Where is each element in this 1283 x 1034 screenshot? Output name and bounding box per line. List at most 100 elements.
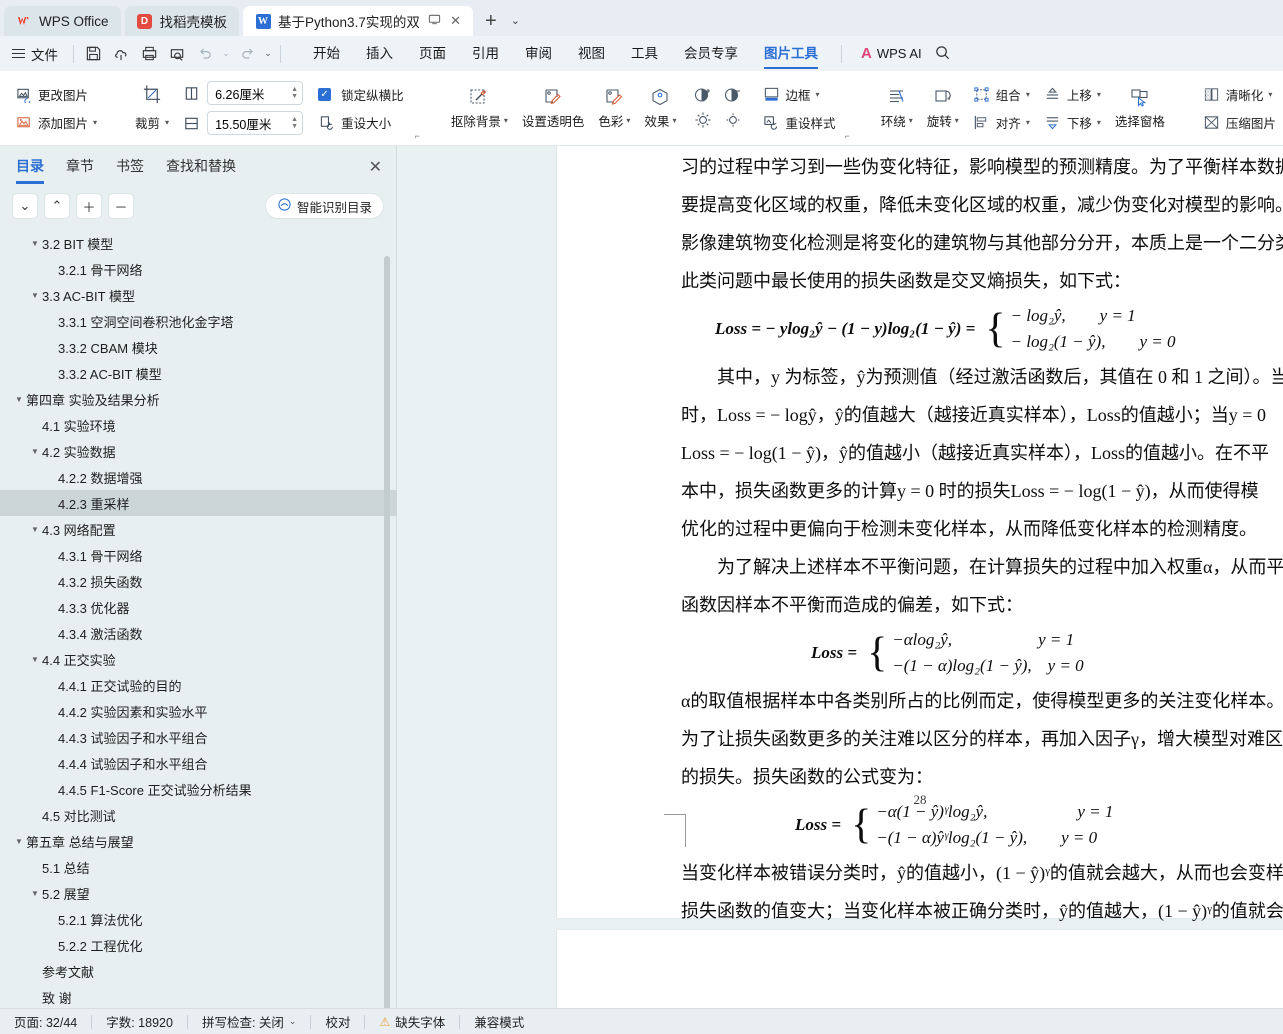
menu-item-review[interactable]: 审阅 (512, 37, 565, 70)
tab-wps-office[interactable]: WPS Office (4, 6, 121, 36)
height-stepper[interactable]: ▲▼ (291, 87, 298, 100)
tab-active-document[interactable]: W 基于Python3.7实现的双时相遥 ✕ (243, 6, 473, 36)
toc-item[interactable]: 4.4.3 试验因子和水平组合 (0, 724, 397, 750)
crop-dropdown-button[interactable]: 裁剪 ▾ (128, 108, 176, 136)
toc-item[interactable]: 3.3.2 CBAM 模块 (0, 334, 397, 360)
chevron-down-icon[interactable]: ▾ (1268, 90, 1272, 99)
menu-item-member[interactable]: 会员专享 (671, 37, 751, 70)
move-up-button[interactable]: 上移 ▾ (1037, 80, 1108, 108)
new-tab-button[interactable]: + (477, 6, 505, 36)
chevron-down-icon[interactable]: ▼ (28, 655, 42, 664)
chevron-down-icon[interactable]: ▾ (504, 116, 508, 125)
nav-tab-find-replace[interactable]: 查找和替换 (166, 156, 236, 179)
toc-item[interactable]: ▼第四章 实验及结果分析 (0, 386, 397, 412)
toc-item[interactable]: ▼4.4 正交实验 (0, 646, 397, 672)
crop-icon-button[interactable] (134, 80, 170, 108)
menu-item-insert[interactable]: 插入 (353, 37, 406, 70)
wps-ai-button[interactable]: A WPS AI (861, 45, 922, 62)
menu-item-start[interactable]: 开始 (300, 37, 353, 70)
chevron-down-icon[interactable]: ▾ (165, 118, 169, 127)
redo-caret-chevron-down-icon[interactable]: ⌄ (261, 41, 275, 67)
sharpen-button[interactable]: 清晰化 ▾ (1196, 80, 1283, 108)
nav-tab-toc[interactable]: 目录 (16, 156, 44, 179)
document-page-next[interactable] (557, 930, 1283, 1008)
toc-item[interactable]: 4.3.1 骨干网络 (0, 542, 397, 568)
tab-docer-template[interactable]: D 找稻壳模板 (125, 6, 240, 36)
menu-item-view[interactable]: 视图 (565, 37, 618, 70)
align-button[interactable]: 对齐 ▾ (966, 108, 1037, 136)
collapse-down-button[interactable]: ⌄ (12, 193, 38, 219)
toc-item[interactable]: 5.2.2 工程优化 (0, 932, 397, 958)
border-button[interactable]: 边框 ▾ (755, 80, 842, 108)
status-word-count[interactable]: 字数: 18920 (92, 1012, 187, 1031)
toc-item[interactable]: 4.4.2 实验因素和实验水平 (0, 698, 397, 724)
menu-item-tools[interactable]: 工具 (618, 37, 671, 70)
toc-list[interactable]: ▼3.2 BIT 模型3.2.1 骨干网络▼3.3 AC-BIT 模型3.3.1… (0, 230, 397, 1008)
status-compat-mode[interactable]: 兼容模式 (460, 1012, 538, 1031)
close-panel-icon[interactable]: ✕ (369, 157, 382, 177)
toc-item[interactable]: 4.2.3 重采样 (0, 490, 397, 516)
menu-item-reference[interactable]: 引用 (459, 37, 512, 70)
status-spellcheck[interactable]: 拼写检查: 关闭 ⌄ (188, 1012, 311, 1031)
search-icon[interactable] (934, 44, 951, 64)
document-page-28[interactable]: 习的过程中学习到一些伪变化特征，影响模型的预测精度。为了平衡样本数据 要提高变化… (557, 146, 1283, 918)
chevron-down-icon[interactable]: ▾ (815, 90, 819, 99)
tab-list-chevron-down-icon[interactable]: ⌄ (505, 6, 526, 36)
collapse-level-button[interactable]: － (108, 193, 134, 219)
width-stepper[interactable]: ▲▼ (291, 117, 298, 130)
group-button[interactable]: 组合 ▾ (966, 80, 1037, 108)
chevron-down-icon[interactable]: ▼ (28, 889, 42, 898)
compress-image-button[interactable]: 压缩图片 (1196, 108, 1283, 136)
print-icon[interactable] (135, 41, 163, 67)
rotate-button[interactable]: 旋转 ▾ (920, 77, 966, 139)
toc-item[interactable]: ▼4.3 网络配置 (0, 516, 397, 542)
chevron-down-icon[interactable]: ▾ (955, 116, 959, 125)
toc-item[interactable]: 4.4.1 正交试验的目的 (0, 672, 397, 698)
toc-item[interactable]: ▼3.2 BIT 模型 (0, 230, 397, 256)
navigation-pane-scrollbar[interactable] (384, 256, 390, 1034)
chevron-down-icon[interactable]: ▾ (626, 116, 630, 125)
toc-item[interactable]: 3.3.2 AC-BIT 模型 (0, 360, 397, 386)
set-transparent-color-button[interactable]: 设置透明色 (515, 77, 592, 139)
change-image-button[interactable]: 更改图片 (8, 80, 104, 108)
text-wrap-button[interactable]: 环绕 ▾ (874, 77, 920, 139)
chevron-down-icon[interactable]: ▼ (28, 525, 42, 534)
save-icon[interactable] (79, 41, 107, 67)
nav-tab-bookmarks[interactable]: 书签 (116, 156, 144, 179)
toc-item[interactable]: ▼4.2 实验数据 (0, 438, 397, 464)
status-page-info[interactable]: 页面: 32/44 (0, 1012, 91, 1031)
document-canvas[interactable]: 习的过程中学习到一些伪变化特征，影响模型的预测精度。为了平衡样本数据 要提高变化… (398, 146, 1283, 1008)
chevron-down-icon[interactable]: ▾ (93, 118, 97, 127)
width-input[interactable]: 15.50厘米 ▲▼ (207, 111, 303, 135)
chevron-down-icon[interactable]: ⌄ (289, 1016, 297, 1027)
menu-item-picture-tools[interactable]: 图片工具 (751, 37, 831, 70)
height-input[interactable]: 6.26厘米 ▲▼ (207, 81, 303, 105)
restore-window-icon[interactable] (428, 13, 441, 29)
effects-button[interactable]: 效果 ▾ (637, 77, 683, 139)
reset-size-button[interactable]: 重设大小 (311, 108, 411, 136)
toc-item[interactable]: 4.5 对比测试 (0, 802, 397, 828)
chevron-down-icon[interactable]: ▾ (909, 116, 913, 125)
collapse-up-button[interactable]: ⌃ (44, 193, 70, 219)
chevron-down-icon[interactable]: ▾ (1097, 90, 1101, 99)
toc-item[interactable]: 参考文献 (0, 958, 397, 984)
toc-item[interactable]: 4.4.5 F1-Score 正交试验分析结果 (0, 776, 397, 802)
redo-icon[interactable] (233, 41, 261, 67)
lock-aspect-ratio-checkbox[interactable]: ✓ 锁定纵横比 (311, 80, 411, 108)
cloud-sync-icon[interactable] (107, 41, 135, 67)
smart-toc-button[interactable]: 智能识别目录 (265, 193, 384, 219)
remove-background-button[interactable]: 抠除背景 ▾ (444, 77, 515, 139)
menu-item-page[interactable]: 页面 (406, 37, 459, 70)
chevron-down-icon[interactable]: ▾ (672, 116, 676, 125)
chevron-down-icon[interactable]: ▾ (1026, 90, 1030, 99)
toc-item[interactable]: 4.3.4 激活函数 (0, 620, 397, 646)
chevron-down-icon[interactable]: ▾ (1026, 118, 1030, 127)
toc-item[interactable]: 5.1 总结 (0, 854, 397, 880)
dialog-launcher-icon[interactable]: ⌐ (415, 131, 420, 141)
file-menu-button[interactable]: 文件 (0, 44, 68, 64)
document-text-body[interactable]: 习的过程中学习到一些伪变化特征，影响模型的预测精度。为了平衡样本数据 要提高变化… (681, 148, 1283, 968)
toc-item[interactable]: ▼第五章 总结与展望 (0, 828, 397, 854)
reset-style-button[interactable]: 重设样式 (755, 108, 842, 136)
chevron-down-icon[interactable]: ▼ (28, 239, 42, 248)
print-preview-icon[interactable] (163, 41, 191, 67)
